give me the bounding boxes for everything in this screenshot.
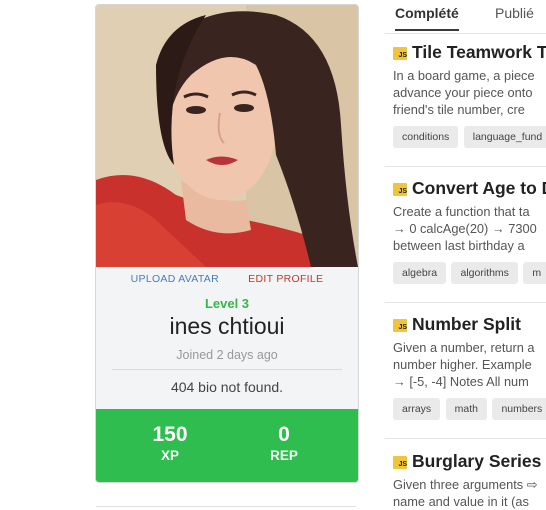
tag[interactable]: math [445, 398, 487, 420]
tag-list: algebra algorithms m [393, 262, 546, 284]
js-icon: JS [393, 456, 407, 469]
item-divider [385, 302, 546, 303]
description-line: name and value in it (as [393, 494, 529, 509]
description-line: Create a function that ta [393, 204, 530, 219]
tag[interactable]: numbers [492, 398, 546, 420]
edit-profile-link[interactable]: EDIT PROFILE [248, 273, 323, 285]
description-line: friend's tile number, cre [393, 102, 525, 117]
level-label: Level 3 [204, 296, 250, 311]
challenge-description: Given three arguments ⇨ name and value i… [393, 476, 546, 510]
description-line: → 0 calcAge(20) → 7300 [393, 221, 537, 236]
challenge-title[interactable]: JS Tile Teamwork T [393, 42, 546, 63]
challenge-list: JS Tile Teamwork T In a board game, a pie… [385, 40, 546, 510]
description-line: Given three arguments ⇨ [393, 477, 538, 492]
profile-avatar [96, 5, 358, 267]
challenge-title[interactable]: JS Convert Age to D [393, 178, 546, 199]
tag[interactable]: algorithms [451, 262, 518, 284]
challenge-title[interactable]: JS Burglary Series ( [393, 451, 546, 472]
divider [112, 369, 342, 370]
js-icon: JS [393, 319, 407, 332]
profile-name: ines chtioui [169, 313, 285, 339]
tag[interactable]: language_fund [463, 126, 546, 148]
challenge-description: In a board game, a piece advance your pi… [393, 67, 546, 118]
js-icon: JS [393, 47, 407, 60]
tag[interactable]: algebra [393, 262, 447, 284]
profile-card: UPLOAD AVATAR EDIT PROFILE Level 3 ines … [95, 4, 359, 483]
challenge-description: Given a number, return a number higher. … [393, 339, 546, 390]
xp-label: XP [160, 448, 179, 463]
joined-date: Joined 2 days ago [176, 348, 278, 362]
tab-published[interactable]: Publié [495, 5, 534, 29]
description-line: number higher. Example [393, 357, 532, 372]
rep-value: 0 [278, 423, 290, 446]
description-line: advance your piece onto [393, 85, 533, 100]
item-divider [385, 438, 546, 439]
challenge-description: Create a function that ta → 0 calcAge(20… [393, 203, 546, 254]
challenge-title-text: Burglary Series ( [412, 451, 546, 471]
avatar-actions: UPLOAD AVATAR EDIT PROFILE [96, 273, 358, 285]
xp-stat: 150 XP [110, 423, 230, 463]
profile-bio: 404 bio not found. [170, 379, 284, 395]
description-line: Given a number, return a [393, 340, 535, 355]
tag[interactable]: arrays [393, 398, 441, 420]
challenge-tabs: Complété Publié [385, 0, 546, 34]
tag-list: arrays math numbers [393, 398, 546, 420]
stats-panel: 150 XP 0 REP [96, 409, 358, 482]
rep-stat: 0 REP [224, 423, 344, 463]
challenge-title[interactable]: JS Number Split [393, 314, 521, 335]
js-icon: JS [393, 183, 407, 196]
tag[interactable]: conditions [393, 126, 459, 148]
item-divider [385, 166, 546, 167]
description-line: between last birthday a [393, 238, 525, 253]
avatar-image [96, 5, 358, 267]
challenge-title-text: Convert Age to D [412, 178, 546, 198]
description-line: → [-5, -4] Notes All num [393, 374, 529, 389]
rep-label: REP [270, 448, 298, 463]
challenge-title-text: Number Split [412, 314, 521, 334]
tag-list: conditions language_fund [393, 126, 546, 148]
description-line: In a board game, a piece [393, 68, 535, 83]
xp-value: 150 [152, 423, 188, 446]
section-divider [96, 506, 356, 507]
tag[interactable]: m [523, 262, 546, 284]
challenge-title-text: Tile Teamwork T [412, 42, 546, 62]
tab-completed[interactable]: Complété [395, 5, 459, 31]
upload-avatar-link[interactable]: UPLOAD AVATAR [131, 273, 219, 285]
